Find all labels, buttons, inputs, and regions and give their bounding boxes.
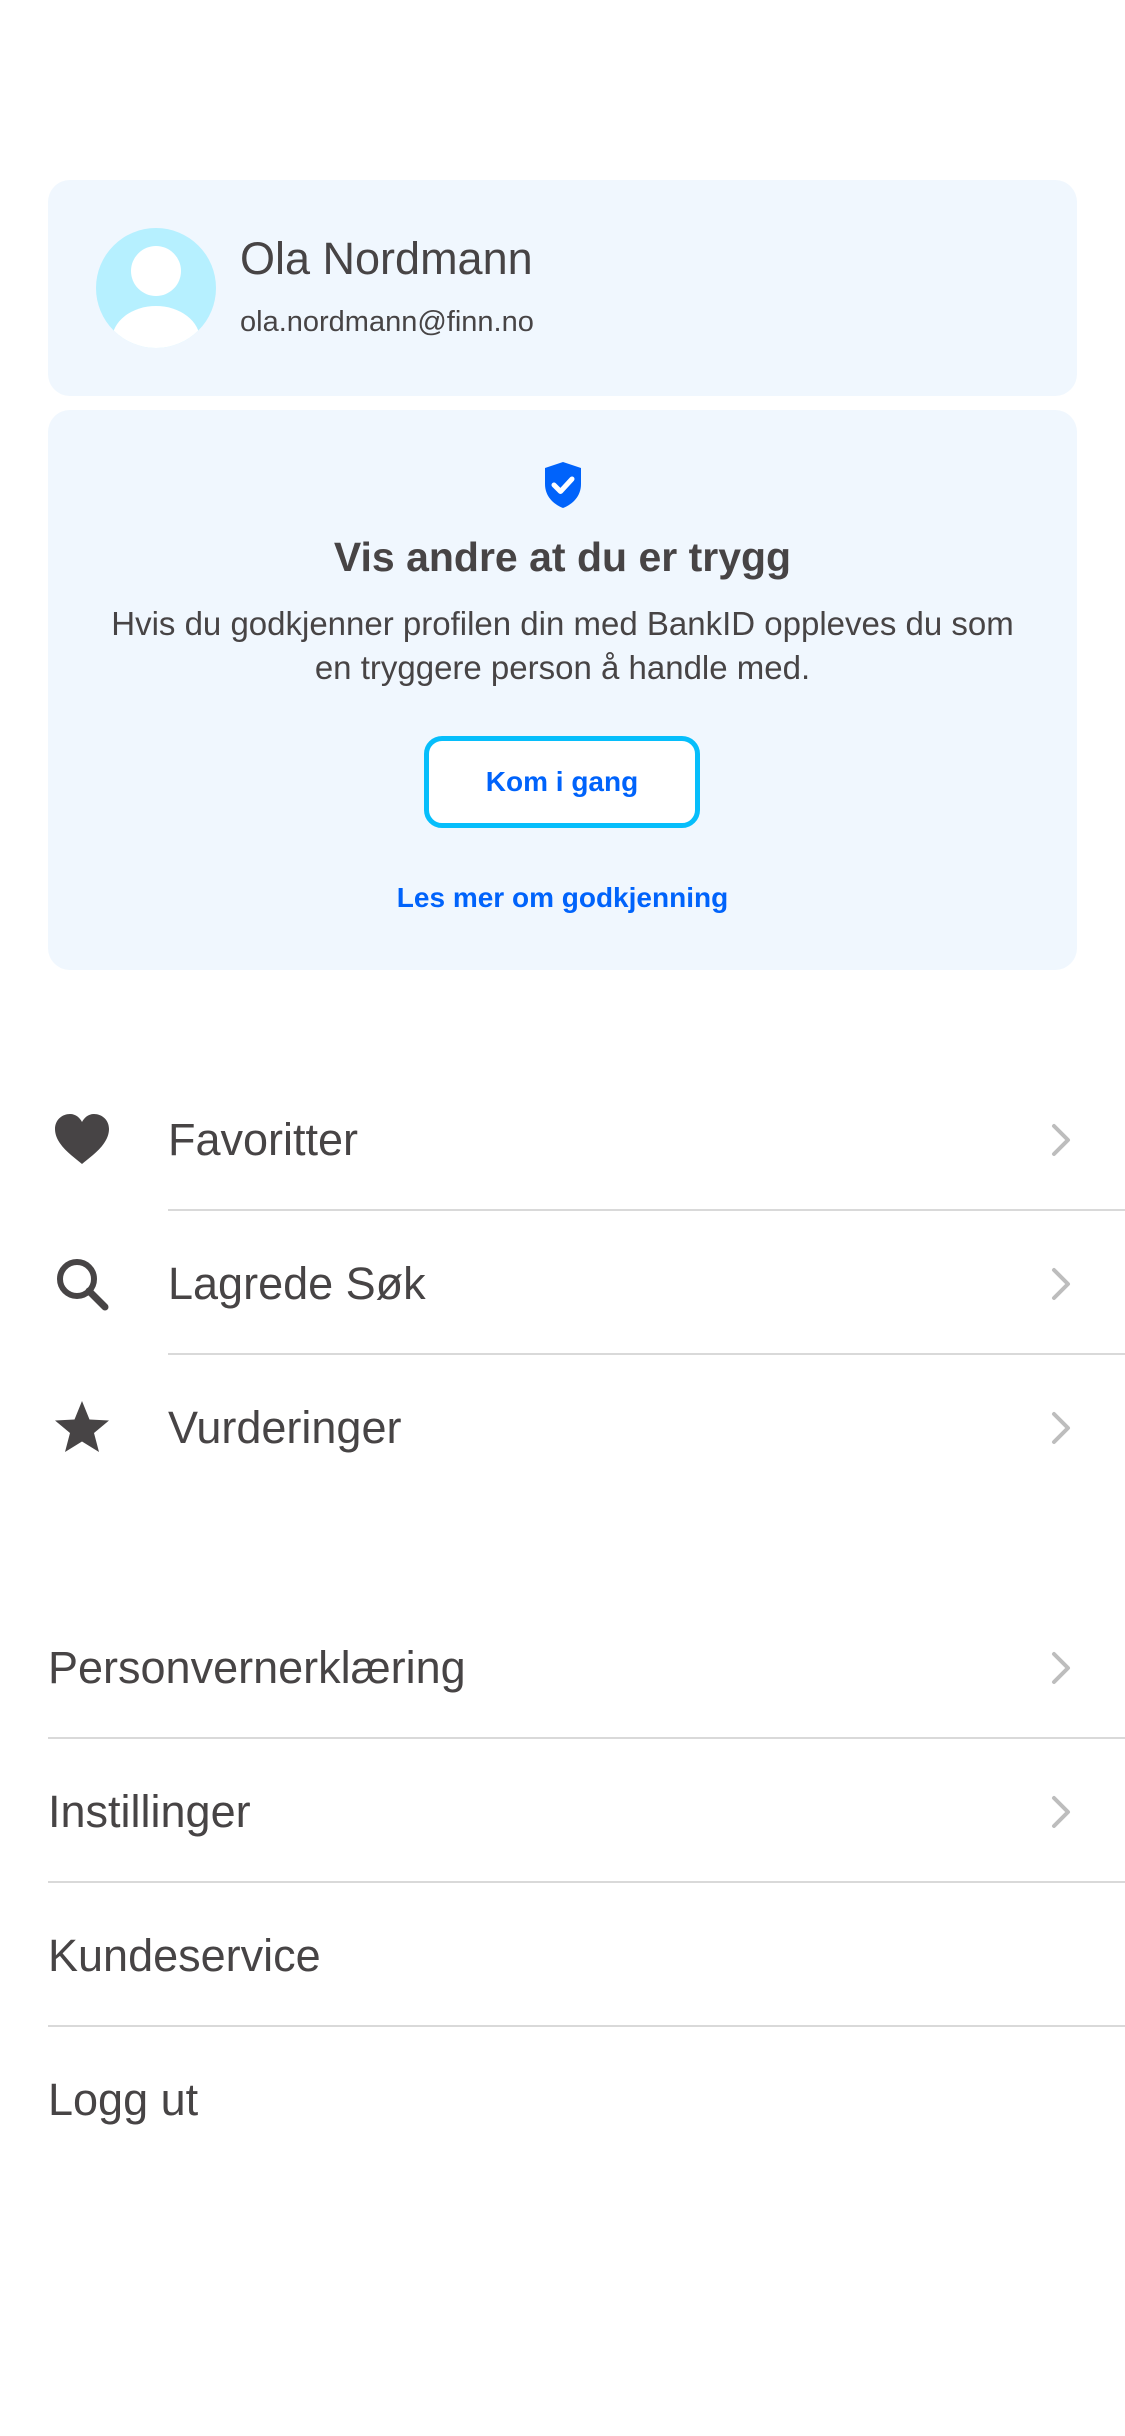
person-avatar-icon: [96, 228, 216, 348]
divider: [168, 1209, 1125, 1211]
chevron-right-icon: [1052, 1268, 1070, 1300]
menu-item-settings[interactable]: Instillinger: [0, 1740, 1125, 1884]
shield-check-icon: [545, 462, 581, 508]
profile-email: ola.nordmann@finn.no: [240, 306, 534, 338]
menu-item-log-out[interactable]: Logg ut: [0, 2028, 1125, 2172]
get-started-button[interactable]: Kom i gang: [424, 736, 700, 828]
verification-card: Vis andre at du er trygg Hvis du godkjen…: [48, 410, 1077, 970]
divider: [168, 1353, 1125, 1355]
menu-item-label: Personvernerklæring: [48, 1642, 466, 1693]
verification-text: Hvis du godkjenner profilen din med Bank…: [111, 605, 1014, 686]
star-icon: [55, 1401, 109, 1452]
chevron-right-icon: [1052, 1796, 1070, 1828]
menu-item-favorites[interactable]: Favoritter: [0, 1068, 1125, 1212]
profile-name: Ola Nordmann: [240, 233, 533, 284]
chevron-right-icon: [1052, 1652, 1070, 1684]
profile-card[interactable]: Ola Nordmann ola.nordmann@finn.no: [48, 180, 1077, 396]
chevron-right-icon: [1052, 1412, 1070, 1444]
chevron-right-icon: [1052, 1124, 1070, 1156]
menu-item-ratings[interactable]: Vurderinger: [0, 1356, 1125, 1500]
menu-item-label: Lagrede Søk: [168, 1258, 426, 1309]
menu-item-label: Instillinger: [48, 1786, 251, 1837]
menu-item-label: Vurderinger: [168, 1402, 402, 1453]
menu-item-saved-searches[interactable]: Lagrede Søk: [0, 1212, 1125, 1356]
divider: [48, 1881, 1125, 1883]
menu-item-label: Favoritter: [168, 1114, 359, 1165]
search-icon: [57, 1259, 109, 1311]
divider: [48, 1737, 1125, 1739]
menu-item-privacy-policy[interactable]: Personvernerklæring: [0, 1596, 1125, 1740]
menu-item-customer-service[interactable]: Kundeservice: [0, 1884, 1125, 2028]
verification-title: Vis andre at du er trygg: [333, 534, 792, 580]
menu-item-label: Logg ut: [48, 2074, 199, 2125]
heart-icon: [55, 1114, 109, 1164]
menu-item-label: Kundeservice: [48, 1930, 321, 1981]
divider: [48, 2025, 1125, 2027]
read-more-link[interactable]: Les mer om godkjenning: [48, 880, 1077, 916]
